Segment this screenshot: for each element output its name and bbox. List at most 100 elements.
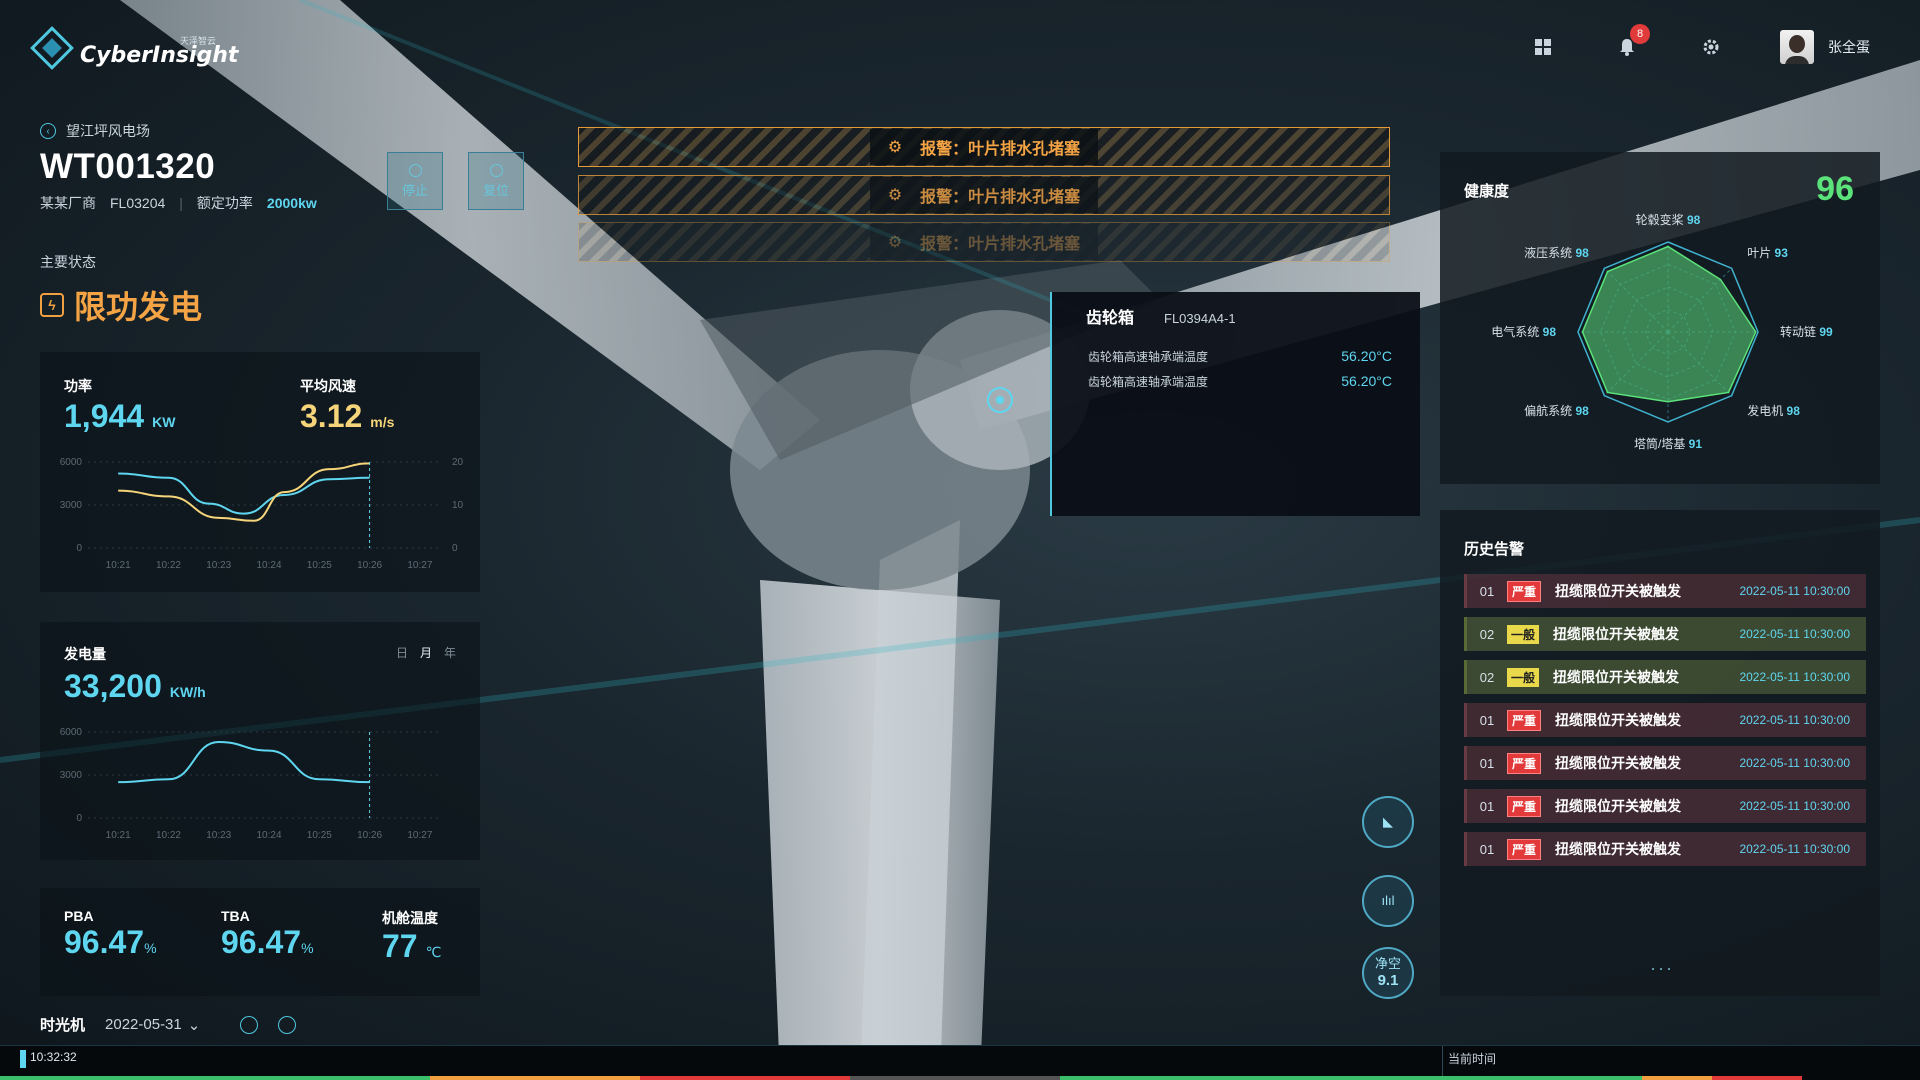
header-toolbar: 8 张全蛋 <box>1474 24 1870 64</box>
stop-button[interactable]: 停止 <box>387 152 443 210</box>
power-wind-chart: 6000 3000 0 20 10 0 10:21 10:22 10:23 10:24 10:25 1… <box>60 457 464 571</box>
reset-button[interactable]: 复位 <box>468 152 524 210</box>
current-time-label: 当前时间 <box>1448 1052 1497 1066</box>
radar-axis-label: 发电机 98 <box>1747 403 1800 418</box>
toggle-month[interactable]: 月 <box>420 644 432 661</box>
wind-metric: 平均风速 3.12 m/s <box>300 376 394 435</box>
alarm-text: 报警：叶片排水孔堵塞 <box>920 236 1081 253</box>
gears-icon: ⚙ <box>887 234 903 251</box>
history-alarm-row[interactable]: 01 严重 扭缆限位开关被触发 2022-05-11 10:30:00 <box>1464 789 1866 823</box>
gears-icon: ⚙ <box>887 187 903 204</box>
timeline-segment-fault-2 <box>1712 1076 1802 1080</box>
radar-value: 99 <box>1819 325 1833 339</box>
alarm-timestamp: 2022-05-11 10:30:00 <box>1739 756 1850 770</box>
series-line <box>118 472 370 515</box>
x-tick-label: 10:27 <box>407 560 432 571</box>
alarm-timestamp: 2022-05-11 10:30:00 <box>1739 842 1850 856</box>
energy-label: 发电量 <box>64 646 106 662</box>
alarm-text: 报警：叶片排水孔堵塞 <box>920 189 1081 206</box>
alarm-message: 扭缆限位开关被触发 <box>1555 755 1682 771</box>
history-alarm-row[interactable]: 01 严重 扭缆限位开关被触发 2022-05-11 10:30:00 <box>1464 832 1866 866</box>
audio-button[interactable]: ılıl <box>1362 875 1414 927</box>
wind-label: 平均风速 <box>300 378 356 394</box>
wind-farm-name[interactable]: 望江坪风电场 <box>66 121 150 141</box>
reset-label: 复位 <box>482 182 509 198</box>
alarm-banner[interactable]: ⚙ 报警：叶片排水孔堵塞 <box>578 222 1390 262</box>
power-metric: 功率 1,944 KW <box>64 376 175 435</box>
x-tick-label: 10:21 <box>106 830 131 841</box>
timeline-cursor[interactable] <box>20 1050 26 1068</box>
timeline-time: 10:32:32 <box>30 1050 77 1064</box>
stop-label: 停止 <box>401 182 428 198</box>
notification-bell-icon[interactable]: 8 <box>1612 24 1650 62</box>
settings-gear-icon[interactable] <box>1696 32 1726 62</box>
history-alarm-row[interactable]: 01 严重 扭缆限位开关被触发 2022-05-11 10:30:00 <box>1464 746 1866 780</box>
alarm-banner[interactable]: ⚙ 报警：叶片排水孔堵塞 <box>578 127 1390 167</box>
availability-card: PBA 96.47% TBA 96.47% 机舱温度 77 ℃ <box>40 888 480 996</box>
clearance-label: 净空 <box>1374 955 1401 971</box>
camera-button[interactable]: ◣ <box>1362 796 1414 848</box>
tba-value: 96.47 <box>221 924 302 960</box>
radar-value: 98 <box>1787 404 1801 418</box>
sensor-label: 齿轮箱高速轴承端温度 <box>1088 350 1209 364</box>
severity-badge: 一般 <box>1507 667 1540 687</box>
radar-axis-label: 电气系统 98 <box>1491 324 1556 339</box>
radar-axis-label: 偏航系统 98 <box>1524 403 1589 418</box>
x-tick-label: 10:23 <box>206 830 231 841</box>
y-tick-label: 0 <box>76 813 82 824</box>
x-tick-label: 10:21 <box>106 560 131 571</box>
back-arrow-icon[interactable]: ‹ <box>40 123 56 139</box>
app-logo[interactable]: 天泽智云 CyberInsight <box>30 26 238 70</box>
popup-title: 齿轮箱 <box>1086 310 1135 327</box>
notification-badge: 8 <box>1630 24 1650 44</box>
health-radar-chart: 轮毂变桨 98 叶片 93 转动链 99 发电机 98 塔筒/塔基 91 偏航系统 98 电… <box>1491 212 1833 451</box>
history-alarm-row[interactable]: 02 一般 扭缆限位开关被触发 2022-05-11 10:30:00 <box>1464 660 1866 694</box>
alarm-message: 扭缆限位开关被触发 <box>1555 712 1682 728</box>
wind-value: 3.12 <box>300 398 363 434</box>
pba-value: 96.47 <box>64 924 145 960</box>
user-avatar[interactable] <box>1780 30 1814 64</box>
chevron-down-icon: ⌄ <box>187 1016 201 1034</box>
radar-axis-label: 塔筒/塔基 91 <box>1634 436 1702 451</box>
tba-unit: % <box>301 940 314 956</box>
severity-badge: 严重 <box>1507 580 1542 602</box>
energy-period-toggle[interactable]: 日 月 年 <box>396 644 456 661</box>
apps-grid-icon[interactable] <box>1528 32 1558 62</box>
date-select[interactable]: 2022-05-31 ⌄ <box>105 1016 200 1034</box>
history-alarm-row[interactable]: 01 严重 扭缆限位开关被触发 2022-05-11 10:30:00 <box>1464 703 1866 737</box>
history-alarm-row[interactable]: 01 严重 扭缆限位开关被触发 2022-05-11 10:30:00 <box>1464 574 1866 608</box>
history-alarm-row[interactable]: 02 一般 扭缆限位开关被触发 2022-05-11 10:30:00 <box>1464 617 1866 651</box>
radar-axis-label: 轮毂变桨 98 <box>1636 212 1701 227</box>
breadcrumb[interactable]: ‹ 望江坪风电场 <box>40 121 150 141</box>
refresh-icon[interactable] <box>278 1015 297 1034</box>
gears-icon: ⚙ <box>887 139 903 156</box>
pause-icon[interactable] <box>240 1015 259 1034</box>
gearbox-popup: 齿轮箱 FL0394A4-1 齿轮箱高速轴承端温度 56.20°C 齿轮箱高速轴… <box>1050 292 1420 516</box>
x-tick-label: 10:23 <box>206 560 231 571</box>
alarm-number: 01 <box>1479 583 1495 599</box>
user-name[interactable]: 张全蛋 <box>1828 37 1870 57</box>
alarm-timestamp: 2022-05-11 10:30:00 <box>1739 584 1850 598</box>
nacelle-temp-label: 机舱温度 <box>382 910 438 926</box>
x-tick-label: 10:24 <box>257 830 282 841</box>
y2-tick-label: 10 <box>452 500 464 511</box>
sensor-value: 56.20°C <box>1341 373 1392 389</box>
timeline-segment-offline <box>850 1076 1060 1080</box>
power-unit: KW <box>152 414 176 430</box>
timeline-segment-fault <box>640 1076 850 1080</box>
alarm-number: 02 <box>1479 669 1495 685</box>
main-status-value: 限功发电 <box>74 289 203 325</box>
energy-unit: KW/h <box>169 684 206 700</box>
sound-wave-icon: ılıl <box>1381 892 1395 908</box>
toggle-day[interactable]: 日 <box>396 644 408 661</box>
timeline-track[interactable]: 10:32:32 当前时间 <box>0 1045 1920 1080</box>
alarm-banner[interactable]: ⚙ 报警：叶片排水孔堵塞 <box>578 175 1390 215</box>
pba-stat: PBA 96.47% <box>64 908 157 961</box>
more-button[interactable]: ··· <box>1650 958 1674 979</box>
manufacturer: 某某厂商 <box>40 195 96 211</box>
energy-chart: 6000 3000 0 10:21 10:22 10:23 10:24 10:25 10:26 1… <box>60 727 440 841</box>
clearance-button[interactable]: 净空 9.1 <box>1362 947 1414 999</box>
toggle-year[interactable]: 年 <box>444 644 456 661</box>
main-status: ϟ 限功发电 <box>40 282 202 328</box>
radar-axis-label: 转动链 99 <box>1780 324 1833 339</box>
